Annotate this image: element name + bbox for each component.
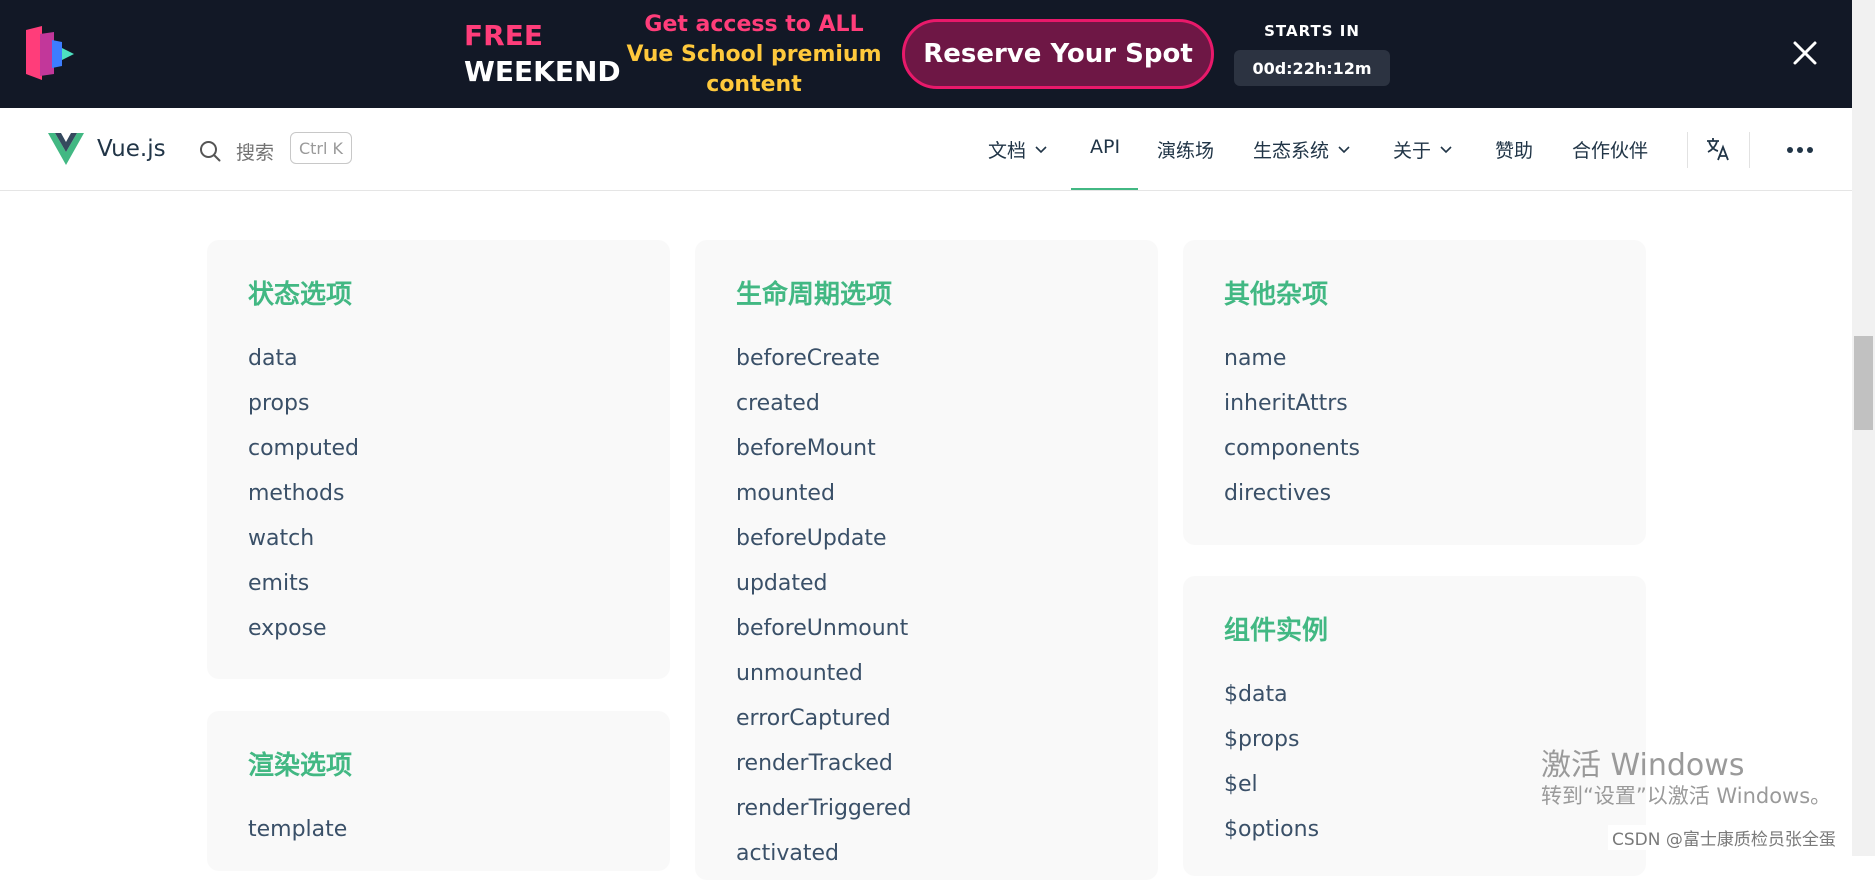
card-lifecycle-options: 生命周期选项 beforeCreate created beforeMount … [695, 240, 1158, 880]
chevron-down-icon [1338, 145, 1350, 153]
reserve-spot-button[interactable]: Reserve Your Spot [902, 19, 1214, 89]
api-link[interactable]: computed [248, 426, 359, 471]
free-weekend-headline: FREE WEEKEND [464, 18, 621, 90]
card-component-instance: 组件实例 $data $props $el $options [1183, 576, 1646, 876]
nav-item-docs[interactable]: 文档 [988, 136, 1047, 163]
card-link-list: template [248, 807, 347, 852]
windows-activation-title: 激活 Windows [1541, 748, 1745, 783]
offer-line-1: Get access to ALL [644, 12, 864, 37]
windows-activation-hint: 转到“设置”以激活 Windows。 [1541, 784, 1832, 808]
nav-item-playground[interactable]: 演练场 [1157, 136, 1214, 163]
starts-in-label: STARTS IN [1264, 22, 1360, 40]
api-link[interactable]: renderTracked [736, 741, 911, 786]
card-link-list: beforeCreate created beforeMount mounted… [736, 336, 911, 876]
nav-divider [1687, 132, 1688, 168]
api-link[interactable]: updated [736, 561, 911, 606]
nav-divider [1749, 132, 1750, 168]
api-link[interactable]: mounted [736, 471, 911, 516]
card-title: 其他杂项 [1224, 280, 1329, 310]
nav-item-label: 合作伙伴 [1572, 140, 1649, 162]
card-link-list: data props computed methods watch emits … [248, 336, 359, 651]
promo-banner: FREE WEEKEND Get access to ALL Vue Schoo… [0, 0, 1852, 108]
nav-item-label: 文档 [988, 140, 1027, 162]
vue-logo-icon[interactable] [48, 133, 84, 165]
brand-name[interactable]: Vue.js [97, 136, 166, 162]
offer-line-2: Vue School premium [626, 42, 882, 67]
api-link[interactable]: beforeUnmount [736, 606, 911, 651]
card-render-options: 渲染选项 template [207, 711, 670, 871]
nav-item-about[interactable]: 关于 [1393, 136, 1452, 163]
nav-item-label: 生态系统 [1253, 140, 1330, 162]
active-tab-indicator [1071, 188, 1138, 190]
close-icon[interactable] [1790, 38, 1820, 68]
api-link[interactable]: data [248, 336, 359, 381]
api-link[interactable]: expose [248, 606, 359, 651]
weekend-text: WEEKEND [464, 55, 621, 88]
csdn-credit: CSDN @富士康质检员张全蛋 [1608, 825, 1840, 850]
search-shortcut-badge: Ctrl K [290, 132, 352, 164]
card-misc-options: 其他杂项 name inheritAttrs components direct… [1183, 240, 1646, 545]
card-link-list: $data $props $el $options [1224, 672, 1319, 852]
api-link[interactable]: beforeUpdate [736, 516, 911, 561]
api-link[interactable]: template [248, 807, 347, 852]
card-state-options: 状态选项 data props computed methods watch e… [207, 240, 670, 679]
chevron-down-icon [1035, 145, 1047, 153]
api-link[interactable]: errorCaptured [736, 696, 911, 741]
countdown-timer: 00d:22h:12m [1234, 50, 1390, 86]
translate-icon[interactable] [1705, 136, 1731, 162]
api-link[interactable]: name [1224, 336, 1360, 381]
nav-item-label: 赞助 [1495, 140, 1534, 162]
api-link[interactable]: created [736, 381, 911, 426]
api-link[interactable]: directives [1224, 471, 1360, 516]
nav-item-sponsor[interactable]: 赞助 [1495, 136, 1533, 163]
more-icon[interactable] [1786, 146, 1814, 154]
card-title: 渲染选项 [248, 751, 353, 781]
card-title: 状态选项 [248, 280, 353, 310]
api-link[interactable]: renderTriggered [736, 786, 911, 831]
api-link[interactable]: $data [1224, 672, 1319, 717]
card-title: 生命周期选项 [736, 280, 893, 310]
api-link[interactable]: inheritAttrs [1224, 381, 1360, 426]
api-link[interactable]: watch [248, 516, 359, 561]
nav-item-label: 关于 [1393, 140, 1432, 162]
nav-item-partners[interactable]: 合作伙伴 [1572, 136, 1648, 163]
offer-line-3: content [706, 72, 802, 97]
card-link-list: name inheritAttrs components directives [1224, 336, 1360, 516]
api-link[interactable]: components [1224, 426, 1360, 471]
chevron-down-icon [1440, 145, 1452, 153]
api-link[interactable]: $el [1224, 762, 1319, 807]
nav-item-label: 演练场 [1157, 140, 1215, 162]
card-title: 组件实例 [1224, 616, 1329, 646]
search-input[interactable]: 搜索 [236, 138, 274, 165]
vue-school-logo-icon [26, 26, 74, 80]
nav-item-ecosystem[interactable]: 生态系统 [1253, 136, 1350, 163]
api-link[interactable]: beforeMount [736, 426, 911, 471]
nav-item-label: API [1090, 136, 1121, 158]
api-link[interactable]: beforeCreate [736, 336, 911, 381]
api-link[interactable]: $props [1224, 717, 1319, 762]
api-link[interactable]: $options [1224, 807, 1319, 852]
api-link[interactable]: props [248, 381, 359, 426]
scrollbar-thumb[interactable] [1854, 336, 1873, 430]
offer-text: Get access to ALL Vue School premium con… [620, 10, 888, 100]
api-link[interactable]: emits [248, 561, 359, 606]
top-navbar: Vue.js 搜索 Ctrl K 文档 API 演练场 生态系统 关于 赞助 合… [0, 108, 1852, 191]
api-link[interactable]: activated [736, 831, 911, 876]
search-icon[interactable] [199, 140, 221, 162]
free-text: FREE [464, 19, 543, 52]
api-link[interactable]: methods [248, 471, 359, 516]
api-link[interactable]: unmounted [736, 651, 911, 696]
nav-item-api[interactable]: API [1090, 136, 1120, 158]
